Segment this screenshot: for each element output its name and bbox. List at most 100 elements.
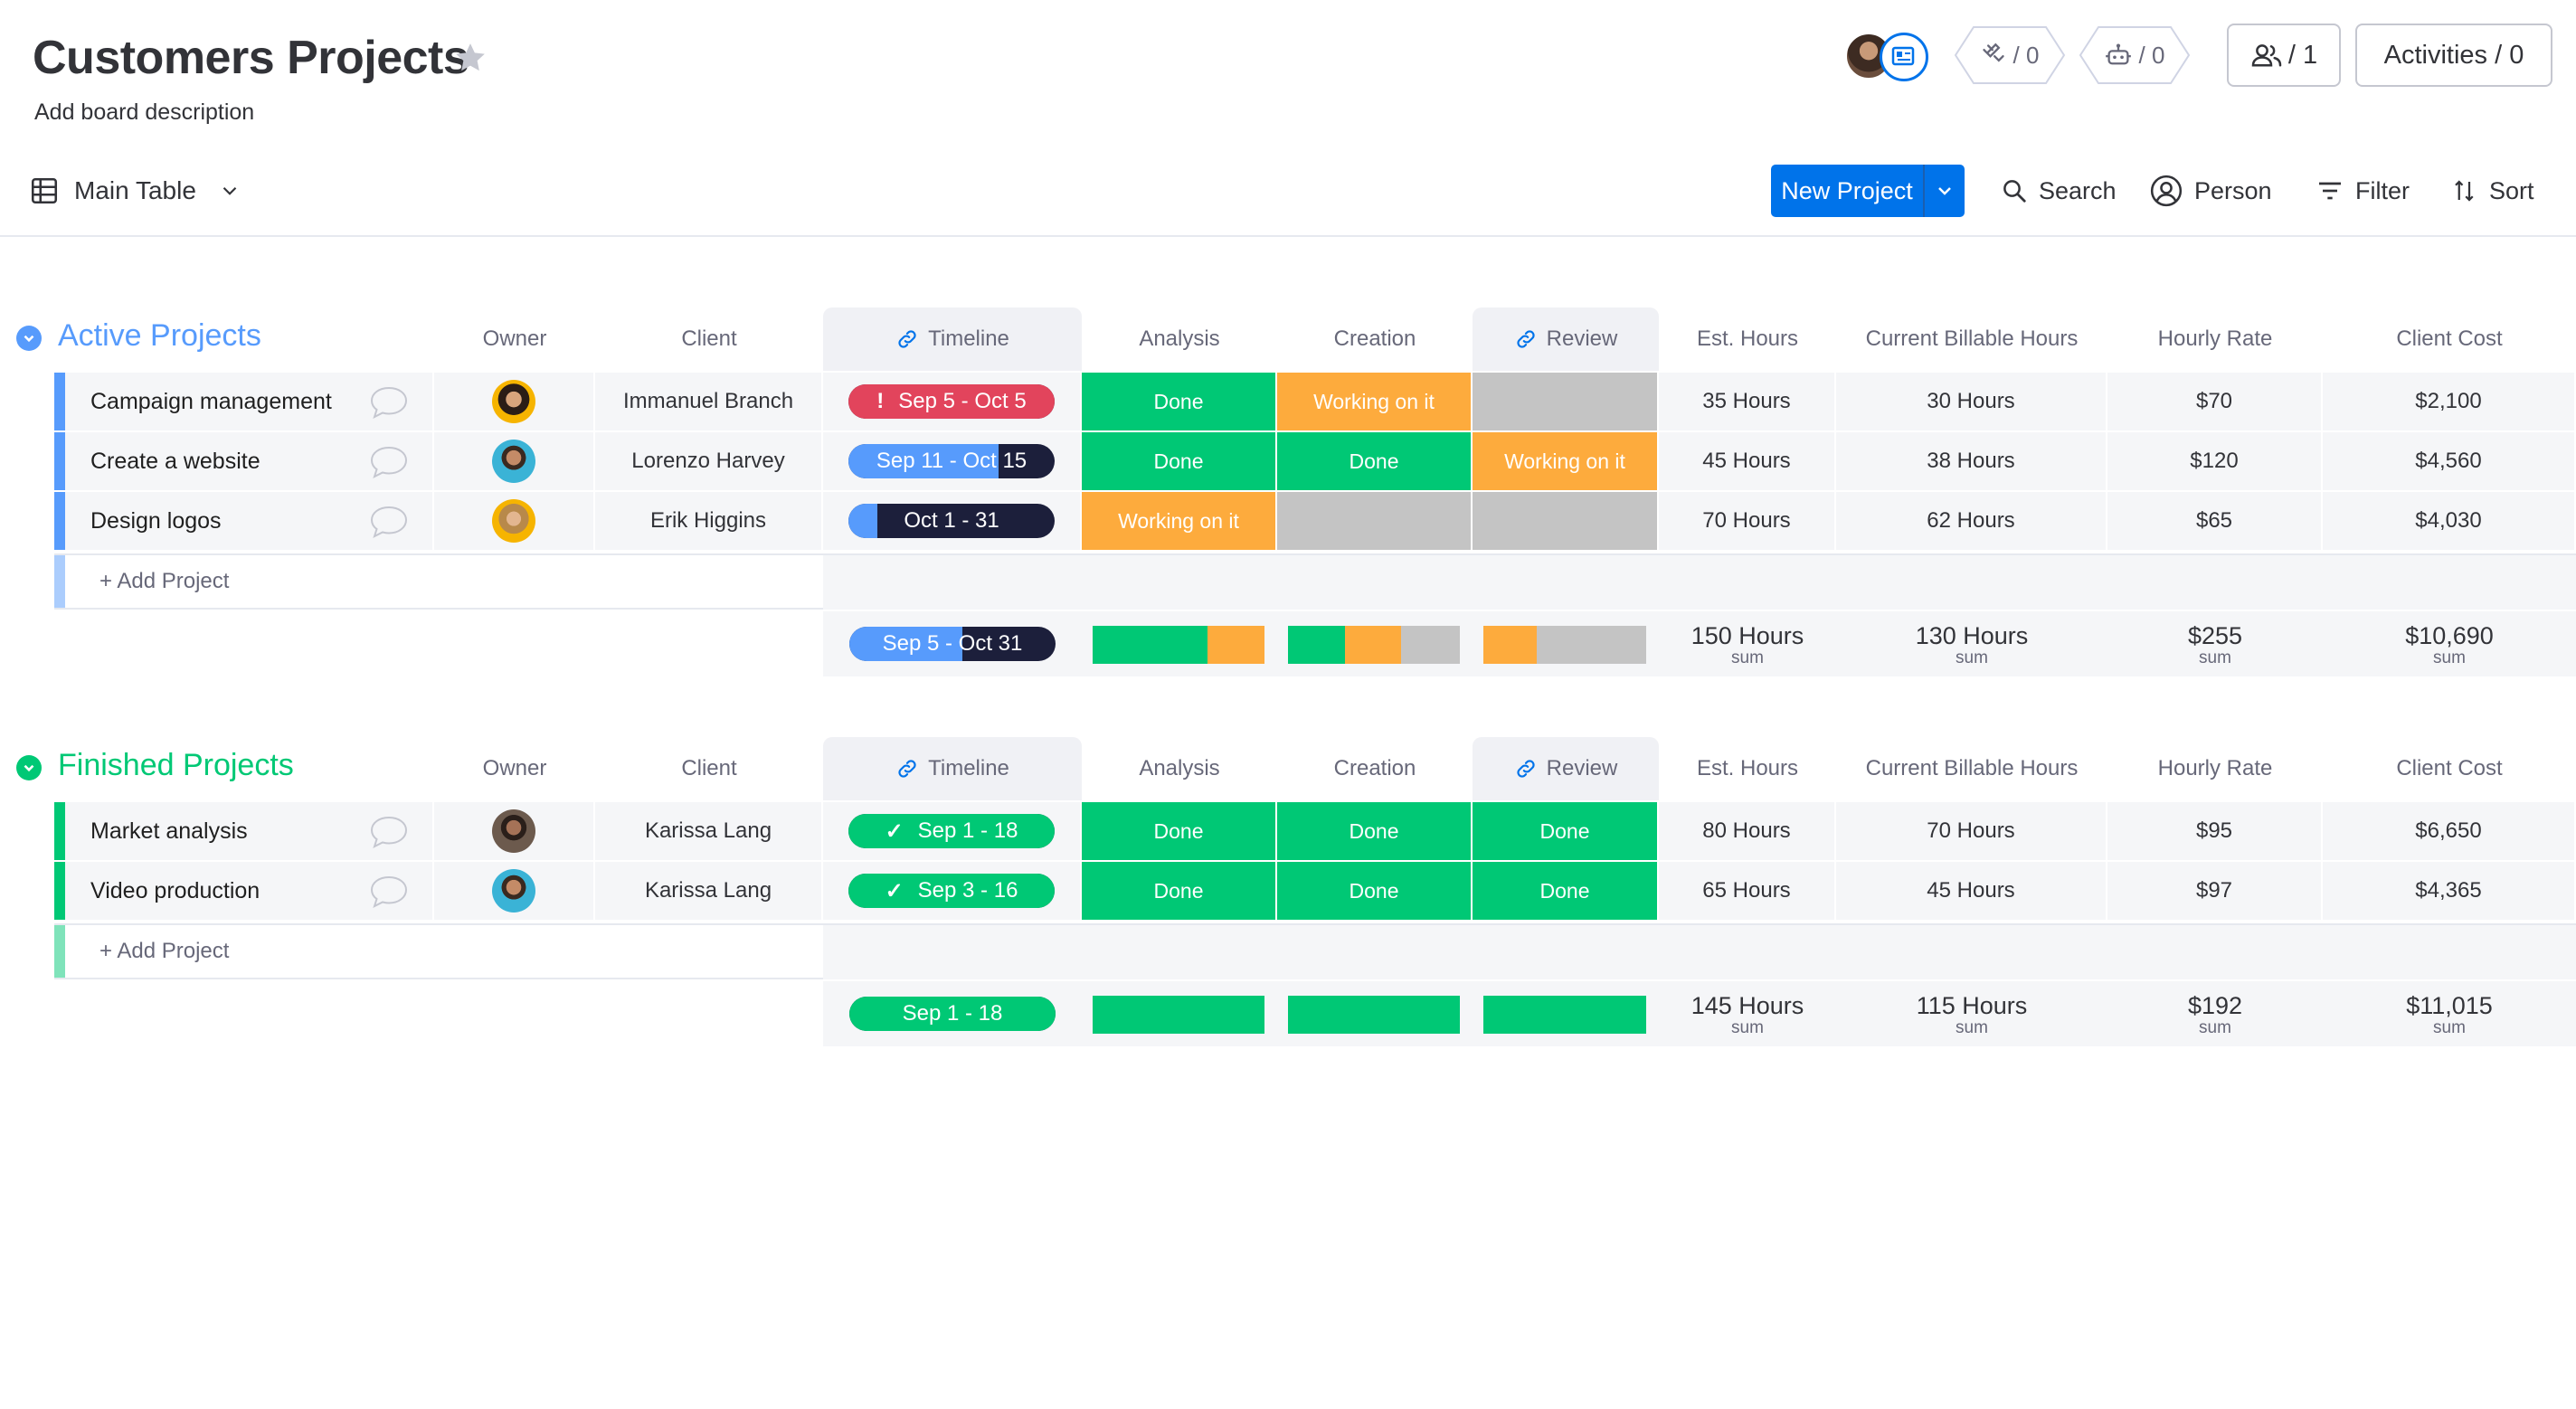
item-name-cell[interactable]: Create a website [65, 432, 434, 490]
item-name-cell[interactable]: Design logos [65, 492, 434, 550]
new-project-button[interactable]: New Project [1771, 165, 1965, 217]
timeline-pill[interactable]: ! Sep 5 - Oct 5 [848, 384, 1055, 419]
column-header-hourly-rate[interactable]: Hourly Rate [2107, 307, 2323, 371]
status-analysis[interactable]: Done [1082, 373, 1277, 430]
client-cell[interactable]: Lorenzo Harvey [595, 432, 823, 490]
client-cost-cell[interactable]: $4,560 [2323, 432, 2576, 490]
column-header-client-cost[interactable]: Client Cost [2323, 307, 2576, 371]
chevron-down-icon[interactable] [218, 179, 242, 203]
item-name-cell[interactable]: Video production [65, 862, 434, 920]
summary-timeline-pill[interactable]: Sep 5 - Oct 31 [849, 627, 1056, 661]
hourly-rate-cell[interactable]: $70 [2107, 373, 2323, 430]
status-creation[interactable]: Done [1277, 862, 1473, 920]
column-header-est-hours[interactable]: Est. Hours [1659, 737, 1836, 800]
owner-cell[interactable] [434, 432, 595, 490]
owner-cell[interactable] [434, 492, 595, 550]
table-row[interactable]: Design logos Erik Higgins Oct 1 - 31 Workin… [54, 492, 2576, 550]
timeline-cell[interactable]: ! Sep 5 - Oct 5 [823, 373, 1082, 430]
add-project-row[interactable]: + Add Project [54, 923, 823, 979]
client-cost-cell[interactable]: $4,365 [2323, 862, 2576, 920]
client-cell[interactable]: Karissa Lang [595, 802, 823, 860]
board-description[interactable]: Add board description [34, 99, 254, 126]
column-header-review[interactable]: Review [1473, 737, 1659, 800]
item-name[interactable]: Market analysis [90, 818, 248, 845]
hourly-rate-cell[interactable]: $65 [2107, 492, 2323, 550]
owner-avatar[interactable] [492, 809, 535, 853]
timeline-pill[interactable]: Oct 1 - 31 [848, 504, 1055, 538]
conversation-icon[interactable] [369, 875, 409, 915]
status-review[interactable] [1473, 492, 1659, 550]
column-header-creation[interactable]: Creation [1277, 737, 1473, 800]
billable-hours-cell[interactable]: 30 Hours [1836, 373, 2107, 430]
status-creation[interactable]: Done [1277, 432, 1473, 490]
est-hours-cell[interactable]: 35 Hours [1659, 373, 1836, 430]
item-name[interactable]: Campaign management [90, 389, 332, 415]
column-header-client-cost[interactable]: Client Cost [2323, 737, 2576, 800]
filter-button[interactable]: Filter [2316, 168, 2410, 213]
column-header-review[interactable]: Review [1473, 307, 1659, 371]
owner-cell[interactable] [434, 862, 595, 920]
group-title[interactable]: Finished Projects [58, 748, 294, 783]
owner-avatar[interactable] [492, 440, 535, 483]
owner-cell[interactable] [434, 373, 595, 430]
hourly-rate-cell[interactable]: $95 [2107, 802, 2323, 860]
search-button[interactable]: Search [2001, 168, 2117, 213]
timeline-cell[interactable]: Sep 11 - Oct 15 [823, 432, 1082, 490]
members-button[interactable]: / 1 [2227, 24, 2341, 87]
billable-hours-cell[interactable]: 70 Hours [1836, 802, 2107, 860]
column-header-timeline[interactable]: Timeline [823, 307, 1082, 371]
column-header-client[interactable]: Client [595, 737, 823, 800]
table-row[interactable]: Market analysis Karissa Lang ✓ Sep 1 - 18 Do… [54, 802, 2576, 860]
summary-analysis-distribution[interactable] [1093, 626, 1264, 664]
billable-hours-cell[interactable]: 38 Hours [1836, 432, 2107, 490]
client-cost-cell[interactable]: $2,100 [2323, 373, 2576, 430]
board-title[interactable]: Customers Projects [33, 31, 469, 85]
column-header-analysis[interactable]: Analysis [1082, 737, 1277, 800]
est-hours-cell[interactable]: 65 Hours [1659, 862, 1836, 920]
status-analysis[interactable]: Done [1082, 862, 1277, 920]
table-row[interactable]: Campaign management Immanuel Branch ! Sep 5… [54, 373, 2576, 430]
billable-hours-cell[interactable]: 45 Hours [1836, 862, 2107, 920]
summary-review-distribution[interactable] [1483, 626, 1646, 664]
board-subscribers[interactable] [1845, 31, 1928, 81]
client-cell[interactable]: Karissa Lang [595, 862, 823, 920]
client-cost-cell[interactable]: $4,030 [2323, 492, 2576, 550]
column-header-est-hours[interactable]: Est. Hours [1659, 307, 1836, 371]
timeline-cell[interactable]: ✓ Sep 3 - 16 [823, 862, 1082, 920]
summary-timeline[interactable]: Sep 5 - Oct 31 [823, 611, 1082, 676]
summary-creation-distribution[interactable] [1288, 626, 1460, 664]
status-review[interactable]: Done [1473, 862, 1659, 920]
item-name-cell[interactable]: Campaign management [65, 373, 434, 430]
column-header-hourly-rate[interactable]: Hourly Rate [2107, 737, 2323, 800]
owner-avatar[interactable] [492, 380, 535, 423]
summary-timeline[interactable]: Sep 1 - 18 [823, 981, 1082, 1046]
person-filter-button[interactable]: Person [2149, 168, 2272, 213]
status-review[interactable]: Working on it [1473, 432, 1659, 490]
status-review[interactable]: Done [1473, 802, 1659, 860]
conversation-icon[interactable] [369, 505, 409, 545]
conversation-icon[interactable] [369, 815, 409, 856]
item-name[interactable]: Design logos [90, 508, 222, 534]
integrations-button[interactable]: / 0 [1954, 25, 2066, 85]
status-creation[interactable] [1277, 492, 1473, 550]
group-title[interactable]: Active Projects [58, 318, 261, 354]
timeline-pill[interactable]: ✓ Sep 1 - 18 [848, 814, 1055, 848]
status-review[interactable] [1473, 373, 1659, 430]
conversation-icon[interactable] [369, 445, 409, 486]
group-collapse-toggle[interactable] [16, 326, 42, 351]
est-hours-cell[interactable]: 45 Hours [1659, 432, 1836, 490]
timeline-cell[interactable]: Oct 1 - 31 [823, 492, 1082, 550]
automations-button[interactable]: / 0 [2079, 25, 2191, 85]
owner-avatar[interactable] [492, 869, 535, 913]
client-cell[interactable]: Erik Higgins [595, 492, 823, 550]
conversation-icon[interactable] [369, 385, 409, 426]
column-header-billable-hours[interactable]: Current Billable Hours [1836, 737, 2107, 800]
hourly-rate-cell[interactable]: $97 [2107, 862, 2323, 920]
status-analysis[interactable]: Done [1082, 432, 1277, 490]
timeline-cell[interactable]: ✓ Sep 1 - 18 [823, 802, 1082, 860]
column-header-creation[interactable]: Creation [1277, 307, 1473, 371]
client-cell[interactable]: Immanuel Branch [595, 373, 823, 430]
view-selector[interactable]: Main Table [29, 168, 242, 213]
add-project-row[interactable]: + Add Project [54, 553, 823, 610]
star-icon[interactable] [452, 40, 488, 76]
